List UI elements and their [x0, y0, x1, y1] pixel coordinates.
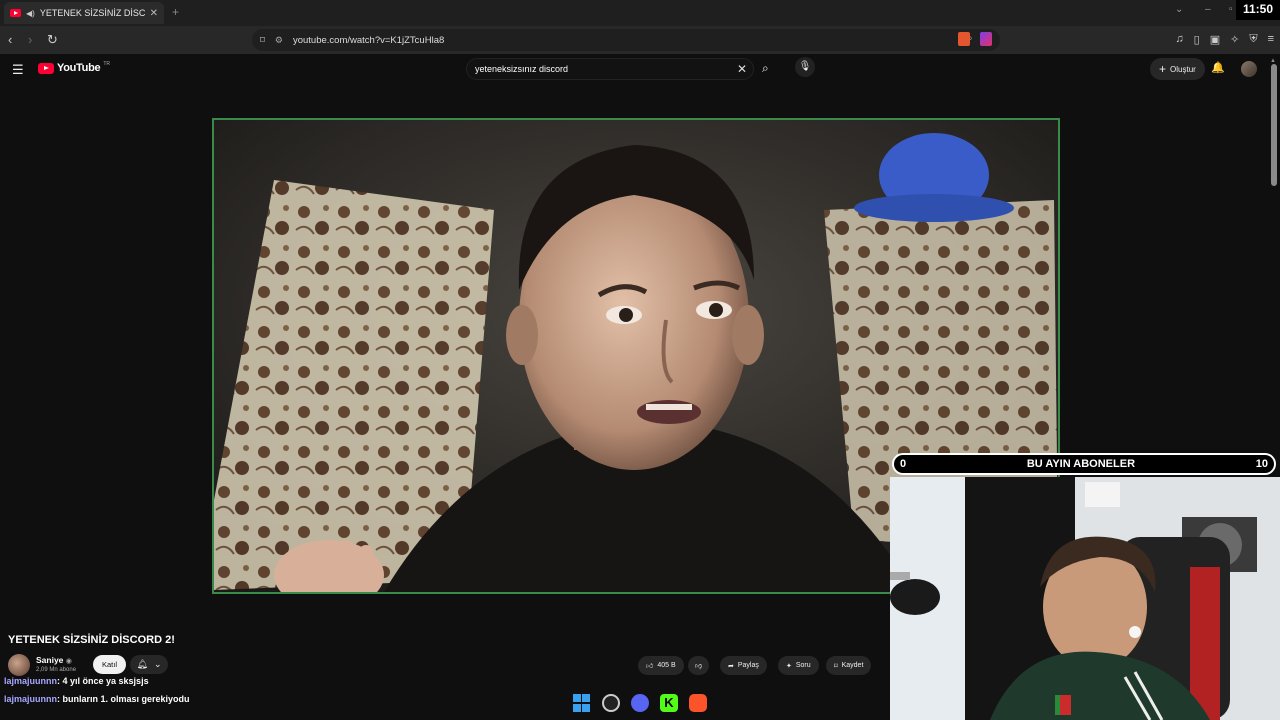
screen: ◀) YETENEK SİZSİNİZ DİSCORD ✕ + ⌄ – ▫ 11…: [0, 0, 1280, 720]
reload-icon[interactable]: ↻: [47, 32, 58, 48]
browser-menu-icon[interactable]: ≡: [1268, 33, 1274, 46]
windows-start-icon[interactable]: [573, 694, 591, 712]
sub-goal-title: BU AYIN ABONELER: [1026, 458, 1136, 470]
avatar[interactable]: [1241, 61, 1257, 77]
address-bar[interactable]: ⌑ ⚙ youtube.com/watch?v=K1jZTcuHla8 ⌕ ▭: [252, 29, 1000, 51]
restore-icon[interactable]: ▫: [1229, 4, 1233, 15]
wallet-icon[interactable]: ▣: [1210, 33, 1220, 46]
scrollbar-thumb[interactable]: [1271, 64, 1277, 186]
thumbs-down-icon: 👎︎: [695, 663, 703, 670]
tab-close-icon[interactable]: ✕: [150, 8, 158, 19]
page-scrollbar[interactable]: ▲: [1270, 58, 1278, 458]
search-icon[interactable]: ⌕: [762, 61, 769, 76]
save-button[interactable]: ⌑ Kaydet: [826, 656, 872, 675]
speaker-icon[interactable]: ◀): [26, 9, 35, 18]
brave-browser-icon[interactable]: [689, 694, 707, 712]
share-label: Paylaş: [737, 662, 759, 669]
browser-toolbar: ‹ › ↻ ⌑ ⚙ youtube.com/watch?v=K1jZTcuHla…: [0, 26, 1280, 54]
bookmark-icon: ⌑: [834, 662, 838, 670]
microphone: [890, 579, 940, 615]
chat-message: lajmajuunnn: bunların 1. olması gerekiyo…: [4, 694, 190, 704]
chat-username: lajmajuunnn: [4, 676, 58, 686]
url-text[interactable]: youtube.com/watch?v=K1jZTcuHla8: [293, 35, 444, 46]
site-info-icon[interactable]: ⚙: [275, 35, 283, 46]
tab-list-icon[interactable]: ⌄: [1175, 4, 1183, 15]
bookmark-page-icon[interactable]: ⌑: [260, 35, 265, 46]
subscription-bell-button[interactable]: 🔔︎ ⌄: [130, 655, 168, 674]
dislike-button[interactable]: 👎︎: [688, 656, 710, 675]
video-title: YETENEK SİZSİNİZ DİSCORD 2!: [8, 634, 175, 646]
chat-text: : 4 yıl önce ya sksjsjs: [57, 676, 149, 686]
save-label: Kaydet: [841, 662, 864, 669]
chat-text: : bunların 1. olması gerekiyodu: [57, 694, 190, 704]
plus-icon: +: [1159, 62, 1167, 76]
sidebar-icon[interactable]: ▯: [1194, 33, 1200, 46]
ask-button[interactable]: ✦ Soru: [778, 656, 819, 675]
verified-icon: ◉: [65, 658, 72, 665]
media-icon[interactable]: ♫: [1175, 33, 1183, 46]
discord-icon[interactable]: [631, 694, 649, 712]
ask-label: Soru: [795, 662, 811, 669]
tab-title: YETENEK SİZSİNİZ DİSCORD: [39, 8, 145, 18]
like-count: 405 B: [657, 662, 676, 669]
join-button[interactable]: Katıl: [93, 655, 127, 674]
sub-goal-target: 10: [1255, 458, 1268, 470]
channel-subscriber-count: 2,09 Mn abone: [36, 667, 77, 673]
channel-name-text[interactable]: Saniye: [36, 655, 63, 665]
air-conditioner: [1085, 482, 1120, 507]
brave-rewards-icon[interactable]: [980, 32, 992, 46]
channel-avatar[interactable]: [8, 654, 30, 676]
subscriber-goal-bar: 0 BU AYIN ABONELER 10: [892, 453, 1276, 475]
youtube-logo-icon: [38, 62, 54, 74]
browser-tab-strip: ◀) YETENEK SİZSİNİZ DİSCORD ✕ + ⌄ – ▫ 11…: [0, 0, 1280, 26]
sparkle-icon: ✦: [786, 662, 792, 670]
search-query[interactable]: yeteneksizsınız discord: [475, 64, 568, 74]
webcam-frame: [890, 477, 1280, 720]
create-button[interactable]: + Oluştur: [1150, 58, 1205, 80]
youtube-favicon-icon: [10, 9, 21, 17]
vpn-icon[interactable]: ⛨: [1249, 33, 1257, 46]
mic-icon[interactable]: 🎙: [795, 57, 815, 77]
leo-ai-icon[interactable]: ✧: [1230, 33, 1239, 46]
forward-icon[interactable]: ›: [28, 32, 32, 47]
thumbs-up-icon: 👍︎: [646, 663, 654, 670]
chat-message: lajmajuunnn: 4 yıl önce ya sksjsjs: [4, 676, 149, 686]
channel-name[interactable]: Saniye ◉: [36, 655, 72, 665]
region-code: TR: [103, 61, 110, 67]
youtube-header: ☰ YouTube TR yeteneksizsınız discord ✕ ⌕…: [0, 54, 1280, 84]
obs-icon[interactable]: [602, 694, 620, 712]
kick-icon[interactable]: K: [660, 694, 678, 712]
create-label: Oluştur: [1170, 64, 1196, 74]
webcam-overlay: [890, 477, 1280, 720]
back-icon[interactable]: ‹: [8, 32, 12, 47]
chevron-down-icon: ⌄: [153, 659, 162, 669]
hamburger-icon[interactable]: ☰: [12, 62, 24, 78]
earbud: [1129, 626, 1141, 638]
new-tab-button[interactable]: +: [172, 5, 179, 19]
brave-shield-icon[interactable]: [958, 32, 970, 46]
minimize-icon[interactable]: –: [1205, 4, 1211, 15]
youtube-logo-text: YouTube: [57, 62, 101, 74]
bell-icon[interactable]: 🔔: [1211, 61, 1225, 74]
clock: 11:50: [1236, 0, 1280, 20]
clear-search-icon[interactable]: ✕: [737, 62, 747, 76]
share-button[interactable]: ➦ Paylaş: [720, 656, 767, 675]
like-button[interactable]: 👍︎ 405 B: [638, 656, 684, 675]
sub-goal-current: 0: [900, 458, 907, 470]
chat-username: lajmajuunnn: [4, 694, 58, 704]
youtube-logo[interactable]: YouTube TR: [38, 61, 110, 74]
bell-icon: 🔔︎: [136, 659, 148, 669]
search-input[interactable]: yeteneksizsınız discord ✕: [466, 58, 754, 80]
browser-tools: ♫ ▯ ▣ ✧ ⛨ ≡: [1175, 33, 1274, 46]
browser-tab[interactable]: ◀) YETENEK SİZSİNİZ DİSCORD ✕: [4, 2, 164, 24]
share-icon: ➦: [728, 662, 734, 670]
